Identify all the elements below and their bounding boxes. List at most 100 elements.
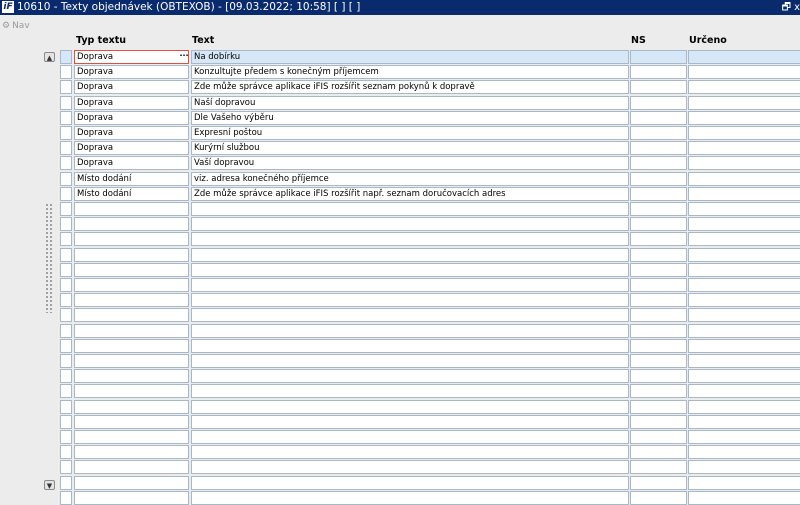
cell-typ-textu[interactable] <box>74 369 189 384</box>
cell-urceno[interactable] <box>688 80 800 95</box>
cell-text[interactable]: Kurýrní službou <box>191 141 629 156</box>
table-row[interactable]: Místo dodání Zde může správce aplikace iF… <box>38 186 800 201</box>
cell-urceno[interactable] <box>688 399 800 414</box>
cell-ns[interactable] <box>630 247 687 262</box>
table-row[interactable] <box>38 262 800 277</box>
cell-text[interactable] <box>191 445 629 460</box>
cell-ns[interactable] <box>630 490 687 505</box>
row-indicator[interactable] <box>60 338 72 353</box>
cell-urceno[interactable] <box>688 156 800 171</box>
row-indicator[interactable] <box>60 217 72 232</box>
cell-typ-textu[interactable] <box>74 293 189 308</box>
cell-text[interactable]: Naší dopravou <box>191 95 629 110</box>
row-indicator[interactable] <box>60 80 72 95</box>
cell-typ-textu[interactable] <box>74 384 189 399</box>
cell-ns[interactable] <box>630 293 687 308</box>
table-row[interactable]: Doprava Zde může správce aplikace iFIS ro… <box>38 80 800 95</box>
cell-typ-textu[interactable] <box>74 202 189 216</box>
cell-urceno[interactable] <box>688 262 800 277</box>
table-row[interactable]: Doprava Na dobírku ··· <box>38 50 800 64</box>
cell-ns[interactable] <box>630 80 687 95</box>
cell-text[interactable] <box>191 384 629 399</box>
cell-text[interactable] <box>191 338 629 353</box>
cell-text[interactable] <box>191 293 629 308</box>
row-indicator[interactable] <box>60 141 72 156</box>
cell-ns[interactable] <box>630 384 687 399</box>
table-row[interactable] <box>38 247 800 262</box>
cell-ns[interactable] <box>630 338 687 353</box>
table-row[interactable] <box>38 460 800 475</box>
cell-text[interactable] <box>191 202 629 216</box>
column-header-typ-textu[interactable]: Typ textu <box>76 35 126 46</box>
row-indicator[interactable] <box>60 399 72 414</box>
cell-text[interactable]: Konzultujte předem s konečným příjemcem <box>191 65 629 80</box>
cell-ns[interactable] <box>630 262 687 277</box>
cell-ns[interactable] <box>630 460 687 475</box>
row-indicator[interactable] <box>60 354 72 368</box>
cell-ns[interactable] <box>630 278 687 292</box>
cell-text[interactable]: Na dobírku <box>191 50 629 64</box>
cell-text[interactable]: viz. adresa konečného příjemce <box>191 171 629 186</box>
cell-text[interactable] <box>191 430 629 444</box>
cell-text[interactable] <box>191 262 629 277</box>
cell-typ-textu[interactable]: Doprava <box>74 126 189 140</box>
cell-ns[interactable] <box>630 171 687 186</box>
cell-urceno[interactable] <box>688 445 800 460</box>
row-indicator[interactable] <box>60 308 72 323</box>
table-row[interactable]: Doprava Vaší dopravou <box>38 156 800 171</box>
cell-urceno[interactable] <box>688 430 800 444</box>
cell-urceno[interactable] <box>688 50 800 64</box>
cell-typ-textu[interactable] <box>74 430 189 444</box>
table-row[interactable] <box>38 217 800 232</box>
table-row[interactable] <box>38 490 800 505</box>
cell-urceno[interactable] <box>688 490 800 505</box>
cell-urceno[interactable] <box>688 369 800 384</box>
cell-text[interactable] <box>191 354 629 368</box>
cell-ns[interactable] <box>630 232 687 247</box>
cell-text[interactable] <box>191 278 629 292</box>
cell-typ-textu[interactable] <box>74 414 189 429</box>
cell-typ-textu[interactable]: Doprava <box>74 110 189 125</box>
table-row[interactable]: Doprava Expresní poštou <box>38 126 800 140</box>
cell-urceno[interactable] <box>688 126 800 140</box>
cell-ns[interactable] <box>630 110 687 125</box>
table-row[interactable]: Doprava Naší dopravou <box>38 95 800 110</box>
row-indicator[interactable] <box>60 126 72 140</box>
row-indicator[interactable] <box>60 50 72 64</box>
cell-ns[interactable] <box>630 414 687 429</box>
cell-ns[interactable] <box>630 369 687 384</box>
table-row[interactable] <box>38 323 800 338</box>
row-indicator[interactable] <box>60 171 72 186</box>
cell-typ-textu[interactable] <box>74 247 189 262</box>
table-row[interactable] <box>38 445 800 460</box>
cell-urceno[interactable] <box>688 186 800 201</box>
cell-typ-textu[interactable]: Místo dodání <box>74 171 189 186</box>
row-indicator[interactable] <box>60 323 72 338</box>
row-indicator[interactable] <box>60 369 72 384</box>
cell-ns[interactable] <box>630 323 687 338</box>
cell-text[interactable] <box>191 247 629 262</box>
row-indicator[interactable] <box>60 414 72 429</box>
cell-typ-textu[interactable]: Doprava <box>74 141 189 156</box>
cell-ns[interactable] <box>630 430 687 444</box>
cell-urceno[interactable] <box>688 384 800 399</box>
cell-text[interactable] <box>191 399 629 414</box>
cell-urceno[interactable] <box>688 475 800 490</box>
table-row[interactable]: Místo dodání viz. adresa konečného příjem… <box>38 171 800 186</box>
cell-urceno[interactable] <box>688 247 800 262</box>
cell-urceno[interactable] <box>688 171 800 186</box>
cell-urceno[interactable] <box>688 95 800 110</box>
cell-ns[interactable] <box>630 217 687 232</box>
cell-typ-textu[interactable] <box>74 354 189 368</box>
table-row[interactable] <box>38 430 800 444</box>
cell-ns[interactable] <box>630 95 687 110</box>
cell-urceno[interactable] <box>688 110 800 125</box>
table-row[interactable] <box>38 414 800 429</box>
row-indicator[interactable] <box>60 475 72 490</box>
cell-text[interactable] <box>191 232 629 247</box>
cell-ns[interactable] <box>630 186 687 201</box>
restore-window-icon[interactable]: 🗗 <box>782 0 791 15</box>
nav-toggle[interactable]: ⚙ Nav <box>2 21 30 31</box>
row-indicator[interactable] <box>60 460 72 475</box>
cell-text[interactable] <box>191 308 629 323</box>
